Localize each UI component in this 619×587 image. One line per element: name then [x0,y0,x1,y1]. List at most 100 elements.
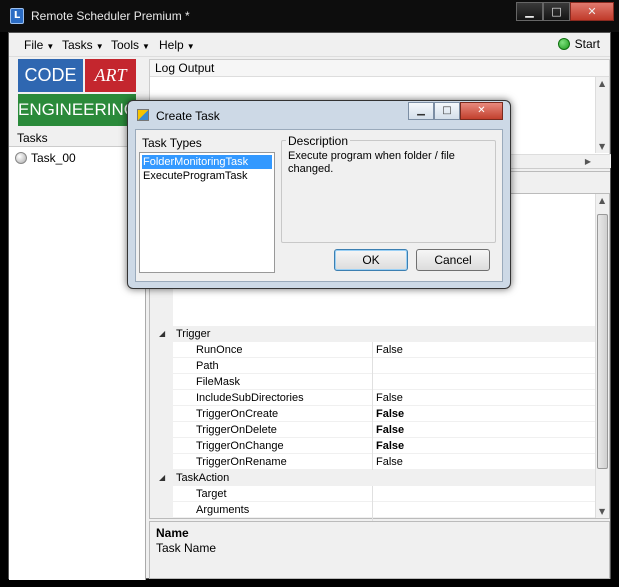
ok-button[interactable]: OK [334,249,408,271]
help-title: Name [156,526,189,540]
property-row[interactable]: TriggerOnRename False [150,454,596,470]
collapse-icon[interactable]: ◢ [159,473,165,482]
main-window: L Remote Scheduler Premium * ▁ □ ✕ File ▼… [0,0,619,587]
property-name: TriggerOnChange [196,440,284,452]
cancel-button[interactable]: Cancel [416,249,490,271]
caption-buttons: ▁ □ ✕ [516,2,614,21]
tasks-list[interactable]: Task_00 [9,147,146,580]
title-bar[interactable]: L Remote Scheduler Premium * ▁ □ ✕ [0,0,619,32]
dialog-icon [137,109,149,121]
property-name: IncludeSubDirectories [196,392,304,404]
property-divider [372,374,373,390]
dialog-maximize-button[interactable]: □ [434,102,460,120]
start-status-icon [557,38,570,50]
menu-file-label: File [24,38,44,52]
task-types-list[interactable]: FolderMonitoringTask ExecuteProgramTask [139,152,275,273]
menu-tasks[interactable]: Tasks ▼ [62,38,104,52]
create-task-dialog: Create Task ▁ □ ✕ Task Types FolderMonit… [127,100,511,289]
property-divider [372,390,373,406]
tasks-header: Tasks [9,129,146,147]
task-type-item[interactable]: ExecuteProgramTask [142,169,272,183]
property-row[interactable]: IncludeSubDirectories False [150,390,596,406]
description-text: Execute program when folder / file chang… [288,150,455,175]
menu-help[interactable]: Help ▼ [159,38,195,52]
property-name: Target [196,488,227,500]
property-divider [372,358,373,374]
dialog-minimize-button[interactable]: ▁ [408,102,434,120]
property-divider [372,502,373,518]
property-name: RunOnce [196,344,243,356]
property-row[interactable]: FileMask [150,374,596,390]
property-divider [372,438,373,454]
app-icon: L [10,8,24,24]
property-value[interactable]: False [376,440,404,452]
help-description: Task Name [156,541,217,555]
property-name: FileMask [196,376,241,388]
property-name: Arguments [196,504,250,516]
task-types-label: Task Types [142,136,202,150]
property-value[interactable]: False [376,392,403,404]
menu-tools[interactable]: Tools ▼ [111,38,150,52]
dialog-close-button[interactable]: ✕ [460,102,503,120]
menu-help-label: Help [159,38,184,52]
task-label: Task_00 [31,151,76,165]
log-vertical-scrollbar[interactable]: ▲ ▼ [595,77,609,153]
property-category-name: Trigger [176,328,211,340]
scroll-up-icon[interactable]: ▲ [599,196,605,205]
logo-code: CODE [18,59,83,92]
scroll-right-icon[interactable]: ▶ [585,157,591,166]
property-name: TriggerOnRename [196,456,287,468]
log-output-header: Log Output [150,60,609,77]
menu-tools-label: Tools [111,38,140,52]
property-value[interactable]: False [376,456,403,468]
property-row[interactable]: Arguments [150,502,596,518]
scroll-up-icon[interactable]: ▲ [599,79,605,88]
chevron-down-icon: ▼ [142,42,150,51]
company-logo: CODE ART ENGINEERING [18,59,137,126]
property-name: TriggerOnDelete [196,424,277,436]
chevron-down-icon: ▼ [186,42,195,51]
property-row[interactable]: TriggerOnCreate False [150,406,596,422]
chevron-down-icon: ▼ [95,42,104,51]
description-group: Description Execute program when folder … [281,134,496,243]
property-divider [372,486,373,502]
close-button[interactable]: ✕ [570,2,614,21]
task-type-item[interactable]: FolderMonitoringTask [142,155,272,169]
dialog-title: Create Task [156,109,220,123]
minimize-button[interactable]: ▁ [516,2,543,21]
menu-bar: File ▼ Tasks ▼ Tools ▼ Help ▼ Start [9,33,610,57]
maximize-button[interactable]: □ [543,2,570,21]
property-name: TriggerOnCreate [196,408,279,420]
property-value[interactable]: False [376,408,404,420]
scroll-down-icon[interactable]: ▼ [599,507,605,516]
property-category-row[interactable]: ◢ TaskAction [150,470,596,486]
property-grid-scrollbar[interactable]: ▲ ▼ [595,194,609,518]
logo-art: ART [85,59,136,92]
property-row[interactable]: Target [150,486,596,502]
property-row[interactable]: RunOnce False [150,342,596,358]
property-row[interactable]: Path [150,358,596,374]
logo-engineering: ENGINEERING [18,94,137,126]
property-divider [372,342,373,358]
dialog-title-bar[interactable]: Create Task ▁ □ ✕ [128,101,510,128]
property-divider [372,422,373,438]
task-list-item[interactable]: Task_00 [15,151,76,165]
property-row[interactable]: TriggerOnChange False [150,438,596,454]
collapse-icon[interactable]: ◢ [159,329,165,338]
menu-file[interactable]: File ▼ [24,38,54,52]
property-divider [372,454,373,470]
property-category-row[interactable]: ◢ Trigger [150,326,596,342]
chevron-down-icon: ▼ [46,42,55,51]
menu-tasks-label: Tasks [62,38,93,52]
start-button[interactable]: Start [557,37,600,51]
property-divider [372,406,373,422]
property-value[interactable]: False [376,344,403,356]
property-name: Path [196,360,219,372]
property-value[interactable]: False [376,424,404,436]
property-row[interactable]: TriggerOnDelete False [150,422,596,438]
property-help-panel: Name Task Name [149,521,610,579]
task-status-icon [15,152,27,164]
start-label: Start [574,37,600,51]
scroll-down-icon[interactable]: ▼ [599,142,605,151]
scrollbar-thumb[interactable] [597,214,608,469]
